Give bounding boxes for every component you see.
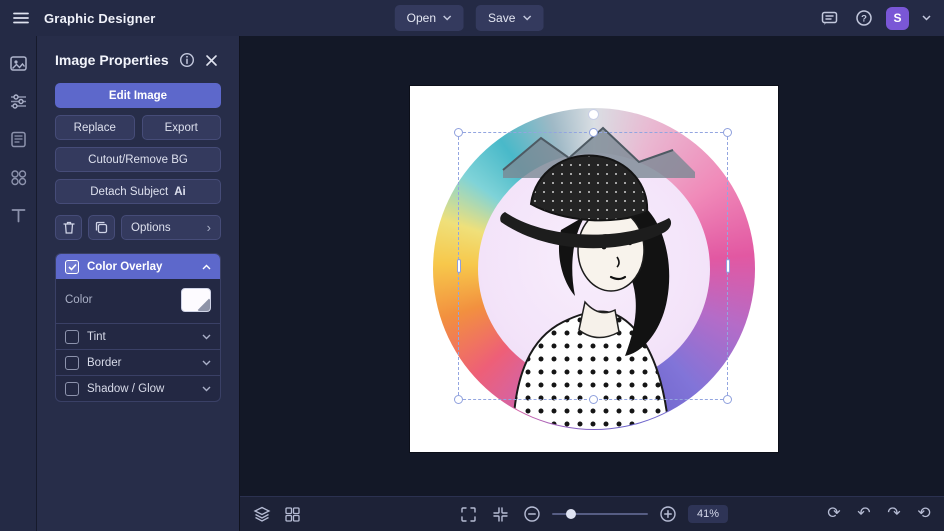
avatar[interactable]: S	[886, 6, 909, 30]
account-chevron-icon[interactable]	[918, 5, 934, 31]
export-button[interactable]: Export	[141, 115, 221, 140]
shadow-glow-label: Shadow / Glow	[87, 382, 165, 395]
tint-label: Tint	[87, 330, 106, 343]
tool-rail	[0, 36, 37, 531]
duplicate-button[interactable]	[88, 215, 115, 240]
fit-screen-icon[interactable]	[456, 502, 480, 526]
detach-subject-button[interactable]: Detach Subject Ai	[55, 179, 221, 204]
chevron-up-icon[interactable]	[202, 264, 211, 270]
rotate-handle[interactable]	[589, 110, 598, 119]
tint-checkbox[interactable]	[65, 329, 79, 344]
bottom-toolbar: 41% ⟳ ↶ ↷ ⟲	[240, 496, 944, 531]
color-overlay-label: Color Overlay	[87, 260, 163, 273]
zoom-out-icon[interactable]	[520, 502, 544, 526]
menu-icon[interactable]	[8, 5, 34, 31]
shadow-glow-row[interactable]: Shadow / Glow	[56, 375, 220, 401]
adjustments-tool-icon[interactable]	[5, 88, 31, 114]
layers-icon[interactable]	[250, 502, 274, 526]
history-icon[interactable]: ⟲	[912, 502, 936, 526]
check-icon	[67, 263, 77, 271]
chevron-down-icon[interactable]	[202, 386, 211, 392]
zoom-in-icon[interactable]	[656, 502, 680, 526]
app-title: Graphic Designer	[44, 10, 156, 26]
portrait-illustration	[500, 126, 695, 429]
options-label: Options	[131, 221, 171, 234]
open-button-label: Open	[406, 11, 437, 25]
rotate-icon[interactable]: ⟳	[822, 502, 846, 526]
comments-icon[interactable]	[816, 5, 842, 31]
options-button[interactable]: Options ›	[121, 215, 221, 240]
color-overlay-header[interactable]: Color Overlay	[56, 254, 220, 279]
save-button[interactable]: Save	[476, 5, 544, 31]
delete-button[interactable]	[55, 215, 82, 240]
chevron-down-icon[interactable]	[202, 360, 211, 366]
border-row[interactable]: Border	[56, 349, 220, 375]
topbar: Graphic Designer Open Save ? S	[0, 0, 944, 36]
artboard[interactable]	[410, 86, 778, 452]
canvas-area[interactable]	[240, 36, 944, 496]
color-overlay-body: Color	[56, 279, 220, 323]
save-button-label: Save	[488, 11, 516, 25]
effects-card: Color Overlay Color Tint Border Shadow /…	[55, 253, 221, 402]
undo-icon[interactable]: ↶	[852, 502, 876, 526]
app-window: Graphic Designer Open Save ? S Image Pro…	[0, 0, 944, 531]
templates-tool-icon[interactable]	[5, 126, 31, 152]
zoom-to-selection-icon[interactable]	[488, 502, 512, 526]
chevron-down-icon	[443, 15, 452, 21]
zoom-slider[interactable]	[551, 507, 648, 521]
svg-text:?: ?	[861, 13, 867, 24]
border-label: Border	[87, 356, 122, 369]
tint-row[interactable]: Tint	[56, 323, 220, 349]
color-swatch[interactable]	[181, 288, 211, 312]
replace-button[interactable]: Replace	[55, 115, 135, 140]
ai-badge: Ai	[174, 185, 186, 198]
color-label: Color	[65, 294, 93, 306]
info-icon[interactable]	[177, 50, 197, 70]
grid-view-icon[interactable]	[280, 502, 304, 526]
zoom-slider-thumb[interactable]	[565, 509, 576, 519]
open-button[interactable]: Open	[394, 5, 465, 31]
edit-image-button[interactable]: Edit Image	[55, 83, 221, 108]
border-checkbox[interactable]	[65, 355, 79, 370]
zoom-level-badge[interactable]: 41%	[687, 505, 729, 523]
text-tool-icon[interactable]	[5, 202, 31, 228]
close-icon[interactable]	[201, 50, 221, 70]
help-icon[interactable]: ?	[851, 5, 877, 31]
panel-title: Image Properties	[55, 52, 169, 68]
elements-tool-icon[interactable]	[5, 164, 31, 190]
cutout-remove-bg-button[interactable]: Cutout/Remove BG	[55, 147, 221, 172]
chevron-down-icon[interactable]	[202, 334, 211, 340]
image-properties-panel: Image Properties Edit Image Replace Expo…	[37, 36, 240, 531]
shadow-glow-checkbox[interactable]	[65, 381, 79, 396]
color-overlay-checkbox[interactable]	[65, 259, 79, 274]
redo-icon[interactable]: ↷	[882, 502, 906, 526]
images-tool-icon[interactable]	[5, 50, 31, 76]
chevron-down-icon	[522, 15, 531, 21]
detach-subject-label: Detach Subject	[90, 185, 169, 198]
chevron-right-icon: ›	[206, 220, 211, 235]
